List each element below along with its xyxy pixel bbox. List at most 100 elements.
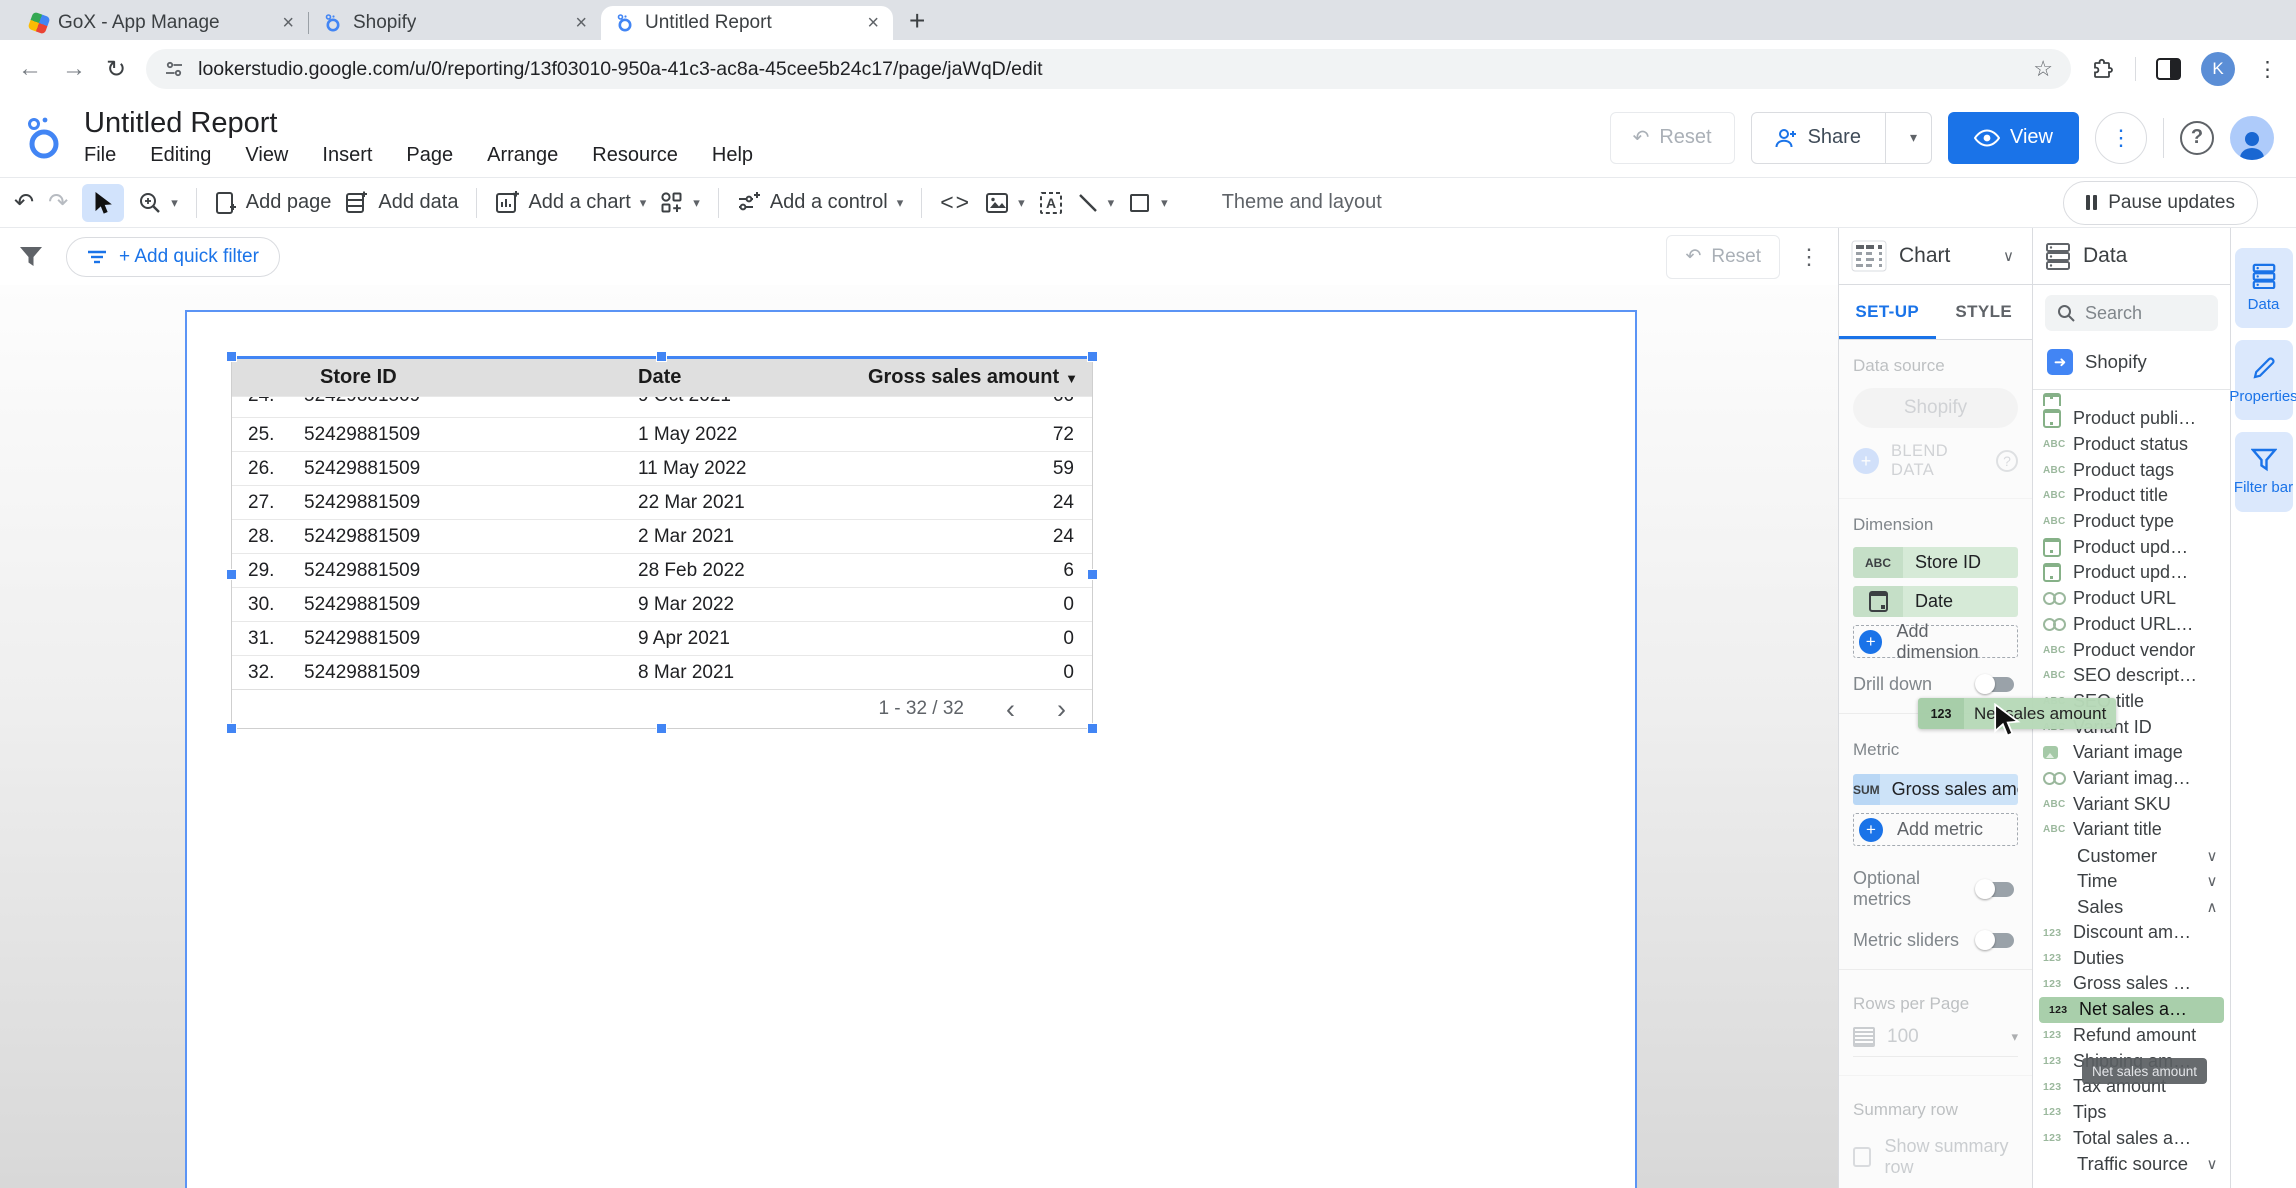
menu-view[interactable]: View [245,144,288,167]
canvas-more-options-icon[interactable]: ⋮ [1798,244,1820,270]
add-chart-button[interactable]: Add a chart ▾ [495,191,646,215]
add-metric-button[interactable]: + Add metric [1853,813,2018,846]
field-item[interactable]: Sales [2033,894,2230,920]
chart-panel-header[interactable]: Chart ∨ [1839,228,2032,285]
field-item[interactable]: Refund amount [2033,1023,2230,1049]
data-source-chip[interactable]: Shopify [1853,388,2018,428]
field-item[interactable]: Time [2033,868,2230,894]
add-quick-filter-button[interactable]: + Add quick filter [66,237,280,277]
view-button[interactable]: View [1948,112,2079,164]
field-item[interactable]: Variant image URL [2033,766,2230,792]
address-bar[interactable]: lookerstudio.google.com/u/0/reporting/13… [146,49,2071,89]
data-source-row[interactable]: ➜ Shopify [2033,339,2230,390]
field-item[interactable]: Variant SKU [2033,791,2230,817]
user-avatar[interactable] [2230,116,2274,160]
browser-profile-avatar[interactable]: K [2201,52,2235,86]
share-caret-icon[interactable]: ▾ [1896,129,1931,146]
redo-icon[interactable]: ↷ [48,188,68,217]
new-tab-button[interactable]: + [909,5,925,37]
metric-chip-gross-sales[interactable]: SUM Gross sales amount [1853,774,2018,805]
add-line-button[interactable]: ▾ [1077,192,1115,214]
add-shape-button[interactable]: ▾ [1128,192,1168,214]
community-visualizations-button[interactable]: ▾ [660,191,700,215]
date-header[interactable]: Date [636,366,852,389]
field-item[interactable]: Product URL [2033,586,2230,612]
field-search-input[interactable]: Search [2045,295,2218,331]
theme-and-layout-button[interactable]: Theme and layout [1222,191,1382,214]
rail-filter-bar-button[interactable]: Filter bar [2235,432,2293,512]
undo-icon[interactable]: ↶ [14,188,34,217]
browser-tab-untitled-report[interactable]: Untitled Report × [601,6,893,40]
field-item[interactable]: Gross sales amount [2033,971,2230,997]
selection-handle[interactable] [1087,723,1098,734]
field-item[interactable]: Duties [2033,945,2230,971]
field-item[interactable]: Product status [2033,432,2230,458]
next-page-icon[interactable]: › [1057,694,1066,725]
menu-page[interactable]: Page [406,144,453,167]
site-settings-icon[interactable] [164,59,184,79]
selection-handle[interactable] [656,723,667,734]
table-chart[interactable]: Store ID Date Gross sales amount▼ 24. 52… [231,358,1093,729]
drill-down-toggle[interactable] [1978,677,2014,692]
selection-handle[interactable] [1087,351,1098,362]
select-tool-button[interactable] [82,184,124,222]
canvas-reset-button[interactable]: ↶ Reset [1666,235,1780,279]
field-item[interactable]: Product title [2033,483,2230,509]
forward-icon[interactable]: → [62,55,86,83]
menu-resource[interactable]: Resource [592,144,678,167]
add-data-button[interactable]: Add data [345,191,458,215]
selection-handle[interactable] [226,351,237,362]
metric-header[interactable]: Gross sales amount▼ [852,366,1092,389]
field-item[interactable]: Product URL (Decode… [2033,612,2230,638]
add-text-button[interactable]: A [1039,191,1063,215]
field-item[interactable]: Product published da… [2033,406,2230,432]
report-page[interactable]: Store ID Date Gross sales amount▼ 24. 52… [185,310,1637,1188]
field-item[interactable]: Product vendor [2033,637,2230,663]
rows-per-page-select[interactable]: 100 ▾ [1853,1026,2018,1057]
report-canvas[interactable]: Store ID Date Gross sales amount▼ 24. 52… [0,285,1838,1188]
field-item[interactable]: Product tags [2033,457,2230,483]
add-image-button[interactable]: ▾ [985,192,1025,214]
reset-button[interactable]: ↶ Reset [1610,112,1735,164]
blend-help-icon[interactable]: ? [1996,450,2018,472]
store-id-header[interactable]: Store ID [304,366,636,389]
show-summary-checkbox[interactable] [1853,1147,1871,1167]
tab-close-icon[interactable]: × [867,12,879,35]
metric-sliders-toggle[interactable] [1978,933,2014,948]
tab-close-icon[interactable]: × [575,12,587,35]
rail-properties-button[interactable]: Properties [2235,340,2293,420]
blend-data-button[interactable]: BLEND DATA [1891,442,1984,480]
dimension-chip-date[interactable]: Date [1853,586,2018,617]
field-item[interactable]: Variant image [2033,740,2230,766]
add-control-button[interactable]: Add a control ▾ [737,191,903,215]
menu-insert[interactable]: Insert [322,144,372,167]
tab-close-icon[interactable]: × [282,12,294,35]
bookmark-star-icon[interactable]: ☆ [2033,56,2053,82]
browser-tab-gox[interactable]: GoX - App Manage × [16,6,308,40]
field-item[interactable]: SEO description [2033,663,2230,689]
dimension-chip-store-id[interactable]: ABC Store ID [1853,547,2018,578]
pause-updates-button[interactable]: Pause updates [2063,181,2258,225]
tab-setup[interactable]: SET-UP [1839,285,1936,339]
field-item[interactable]: Tips [2033,1100,2230,1126]
field-item[interactable]: Total sales amount [2033,1125,2230,1151]
field-item[interactable]: Traffic source [2033,1151,2230,1177]
zoom-tool-button[interactable]: ▾ [138,191,178,215]
menu-help[interactable]: Help [712,144,753,167]
optional-metrics-toggle[interactable] [1978,882,2014,897]
add-dimension-button[interactable]: + Add dimension [1853,625,2018,658]
browser-tab-shopify[interactable]: Shopify × [309,6,601,40]
header-more-options-button[interactable]: ⋮ [2095,112,2147,164]
field-item[interactable]: Net sales amount [2039,997,2224,1023]
selection-handle[interactable] [226,569,237,580]
rail-data-button[interactable]: Data [2235,248,2293,328]
share-button[interactable]: Share ▾ [1751,112,1932,164]
reload-icon[interactable]: ↻ [106,55,126,84]
report-title[interactable]: Untitled Report [84,108,753,138]
selection-handle[interactable] [1087,569,1098,580]
embed-url-button[interactable]: <> [940,189,971,216]
tab-style[interactable]: STYLE [1936,285,2033,339]
field-item[interactable]: Customer [2033,843,2230,869]
extensions-icon[interactable] [2091,57,2115,81]
field-item[interactable] [2033,393,2230,406]
